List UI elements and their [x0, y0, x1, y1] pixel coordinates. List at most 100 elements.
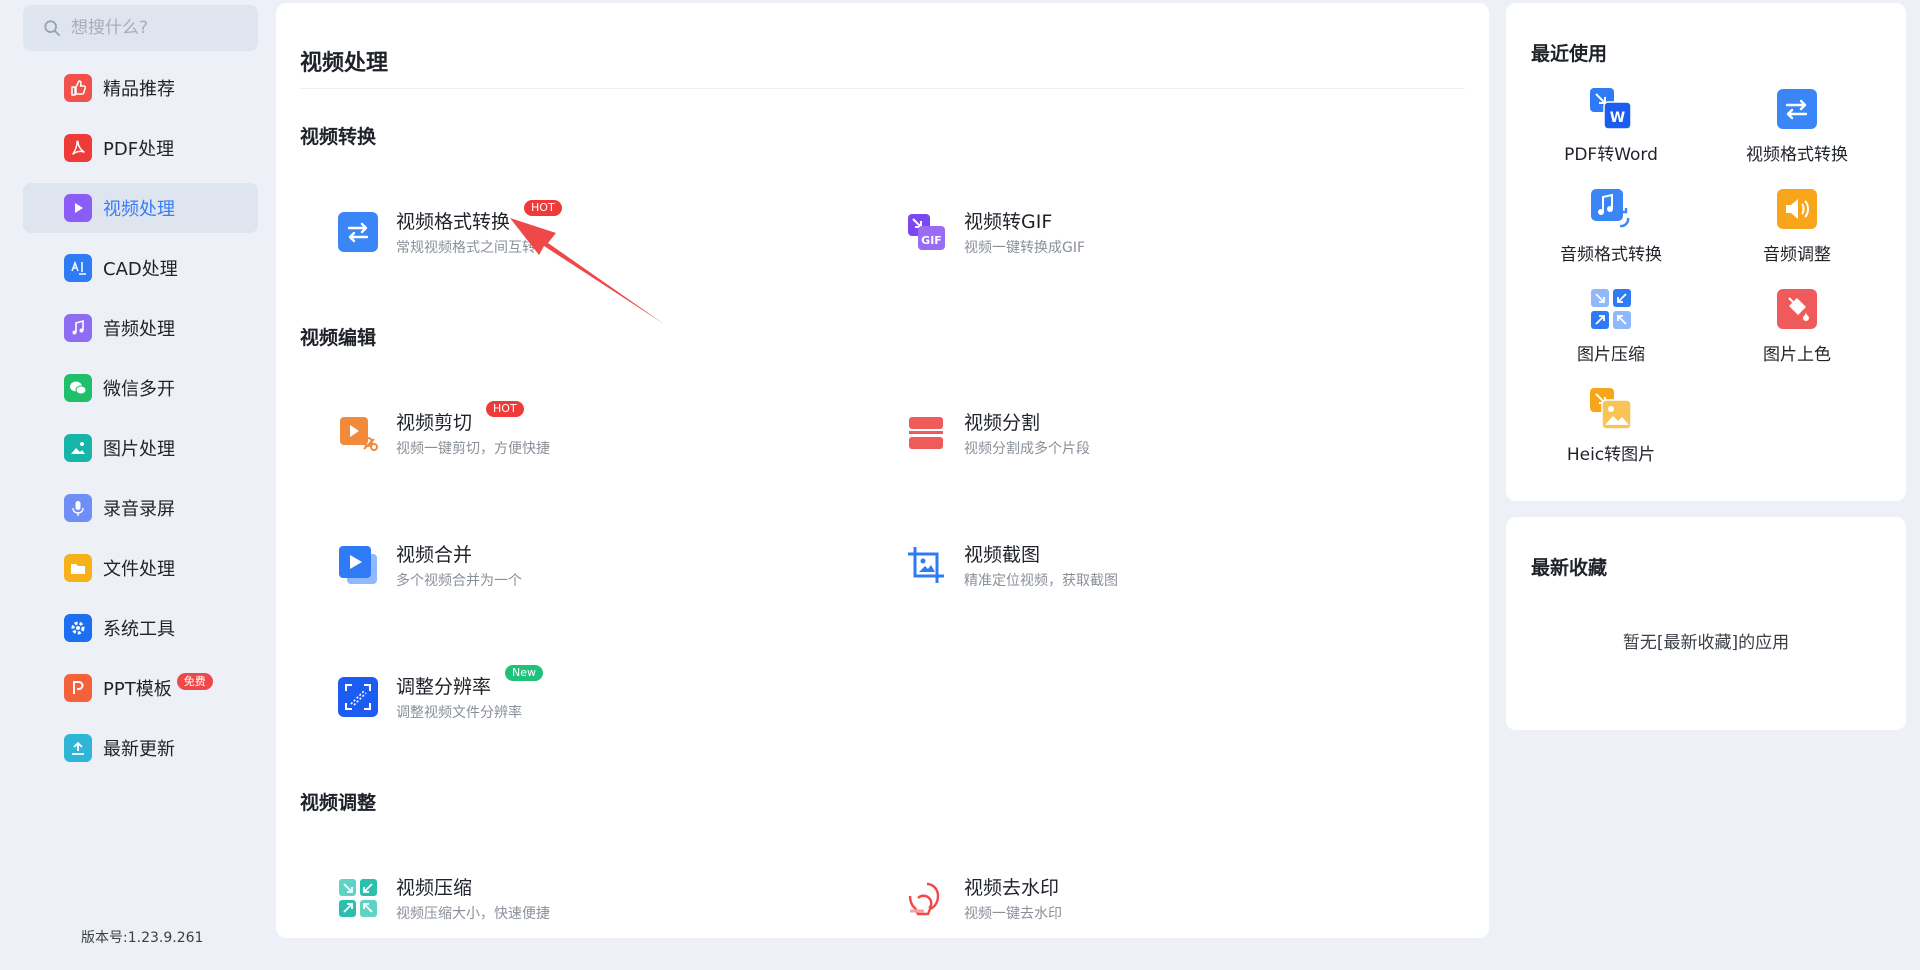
tool-name: 视频剪切 [396, 412, 473, 434]
tool-name: 视频截图 [964, 544, 1041, 566]
gif-icon: GIF [908, 214, 945, 250]
recent-item-image-colorize[interactable]: 图片上色 [1712, 288, 1882, 365]
sidebar-item-label: 精品推荐 [103, 79, 175, 100]
recent-item-audio-format[interactable]: 音频格式转换 [1526, 188, 1696, 265]
recent-panel: 最近使用 W PDF转Word 视频格式转换 音频格式转换 音频调整 图片压缩 … [1506, 3, 1906, 501]
tool-desc: 常规视频格式之间互转 [396, 240, 536, 256]
swap-arrows-icon [1777, 89, 1817, 129]
section-title: 视频编辑 [300, 327, 377, 349]
sidebar-item-updates[interactable]: 最新更新 [23, 723, 258, 773]
search-box[interactable] [23, 5, 258, 51]
resolution-icon [338, 677, 378, 717]
sidebar-item-label: 图片处理 [103, 439, 175, 460]
tool-video-split[interactable]: 视频分割 视频分割成多个片段 [906, 411, 1090, 458]
search-input[interactable] [71, 18, 251, 38]
sidebar-item-label: PDF处理 [103, 139, 175, 160]
tool-name: 视频合并 [396, 544, 473, 566]
tool-adjust-resolution[interactable]: 调整分辨率 New 调整视频文件分辨率 [338, 665, 544, 722]
hot-badge: HOT [486, 401, 524, 417]
version-label: 版本号:1.23.9.261 [81, 930, 204, 946]
tool-desc: 视频一键去水印 [964, 906, 1062, 922]
thumbs-up-icon [64, 74, 92, 102]
microphone-icon [64, 494, 92, 522]
tool-desc: 视频压缩大小，快速便捷 [396, 906, 550, 922]
sidebar-item-label: 文件处理 [103, 559, 175, 580]
recent-item-label: 视频格式转换 [1746, 145, 1848, 165]
pdf-to-word-icon: W [1590, 88, 1632, 130]
video-merge-icon [339, 546, 377, 584]
sidebar-item-label: 系统工具 [103, 619, 175, 640]
recent-item-label: 图片上色 [1763, 345, 1831, 365]
tool-name: 视频格式转换 [396, 211, 511, 233]
app-window: 精品推荐 PDF处理 视频处理 CAD处理 音频处理 [0, 0, 1920, 970]
tool-name: 调整分辨率 [396, 676, 492, 698]
hot-badge: HOT [524, 200, 562, 216]
gear-icon [64, 614, 92, 642]
speaker-icon [1777, 189, 1817, 229]
tool-video-screenshot[interactable]: 视频截图 精准定位视频，获取截图 [906, 543, 1118, 590]
tool-video-format-convert[interactable]: 视频格式转换 HOT 常规视频格式之间互转 [338, 200, 562, 257]
recent-item-heic-to-image[interactable]: Heic转图片 [1526, 388, 1696, 465]
search-icon [44, 20, 61, 37]
sidebar-item-recommended[interactable]: 精品推荐 [23, 63, 258, 113]
sidebar-item-label: 最新更新 [103, 739, 175, 760]
sidebar-item-label: 视频处理 [103, 199, 175, 220]
tool-video-cut[interactable]: 视频剪切 HOT 视频一键剪切，方便快捷 [338, 401, 550, 458]
tool-name: 视频压缩 [396, 877, 473, 899]
recent-item-image-compress[interactable]: 图片压缩 [1526, 288, 1696, 365]
recent-item-label: 音频格式转换 [1560, 245, 1662, 265]
recent-item-label: PDF转Word [1564, 145, 1658, 165]
watermark-remove-icon [908, 882, 940, 916]
ppt-icon [64, 674, 92, 702]
empty-state-text: 暂无[最新收藏]的应用 [1622, 633, 1790, 653]
upload-icon [64, 734, 92, 762]
tool-name: 视频转GIF [964, 211, 1053, 233]
image-icon [64, 434, 92, 462]
sidebar: 精品推荐 PDF处理 视频处理 CAD处理 音频处理 [0, 0, 272, 970]
tool-desc: 视频分割成多个片段 [964, 441, 1090, 457]
recent-item-video-format[interactable]: 视频格式转换 [1712, 88, 1882, 165]
compress-icon [339, 879, 377, 917]
sidebar-item-label: CAD处理 [103, 259, 178, 280]
play-icon [64, 194, 92, 222]
wechat-icon [64, 374, 92, 402]
paint-bucket-icon [1777, 289, 1817, 329]
sidebar-item-cad[interactable]: CAD处理 [23, 243, 258, 293]
sidebar-item-audio[interactable]: 音频处理 [23, 303, 258, 353]
tool-desc: 调整视频文件分辨率 [396, 705, 522, 721]
sidebar-item-ppt[interactable]: PPT模板 免费 [23, 663, 258, 713]
sidebar-item-label: 录音录屏 [103, 499, 175, 520]
recent-item-label: 图片压缩 [1577, 345, 1645, 365]
tool-name: 视频分割 [964, 412, 1041, 434]
sidebar-item-pdf[interactable]: PDF处理 [23, 123, 258, 173]
tool-video-to-gif[interactable]: GIF 视频转GIF 视频一键转换成GIF [906, 210, 1085, 257]
audio-convert-icon [1591, 189, 1630, 228]
sidebar-item-file[interactable]: 文件处理 [23, 543, 258, 593]
tool-desc: 视频一键转换成GIF [964, 240, 1086, 256]
recent-item-pdf-to-word[interactable]: W PDF转Word [1526, 88, 1696, 165]
divider [300, 88, 1465, 89]
tool-remove-watermark[interactable]: 视频去水印 视频一键去水印 [906, 876, 1062, 923]
tool-desc: 精准定位视频，获取截图 [964, 573, 1118, 589]
sidebar-item-wechat[interactable]: 微信多开 [23, 363, 258, 413]
music-note-icon [64, 314, 92, 342]
sidebar-item-recording[interactable]: 录音录屏 [23, 483, 258, 533]
svg-text:W: W [1610, 110, 1625, 126]
compress-icon [1591, 289, 1631, 329]
sidebar-item-video[interactable]: 视频处理 [23, 183, 258, 233]
sidebar-item-system[interactable]: 系统工具 [23, 603, 258, 653]
crop-image-icon [908, 547, 944, 583]
free-badge: 免费 [176, 672, 213, 690]
tool-video-merge[interactable]: 视频合并 多个视频合并为一个 [338, 543, 522, 590]
folder-icon [64, 554, 92, 582]
recent-item-audio-adjust[interactable]: 音频调整 [1712, 188, 1882, 265]
tool-video-compress[interactable]: 视频压缩 视频压缩大小，快速便捷 [338, 876, 550, 923]
panel-title: 最新收藏 [1531, 557, 1608, 579]
sidebar-item-label: 音频处理 [103, 319, 175, 340]
sidebar-item-image[interactable]: 图片处理 [23, 423, 258, 473]
video-cut-icon [340, 417, 378, 451]
section-title: 视频转换 [300, 126, 377, 148]
svg-text:GIF: GIF [921, 234, 942, 247]
split-icon [909, 417, 943, 449]
pdf-icon [64, 134, 92, 162]
